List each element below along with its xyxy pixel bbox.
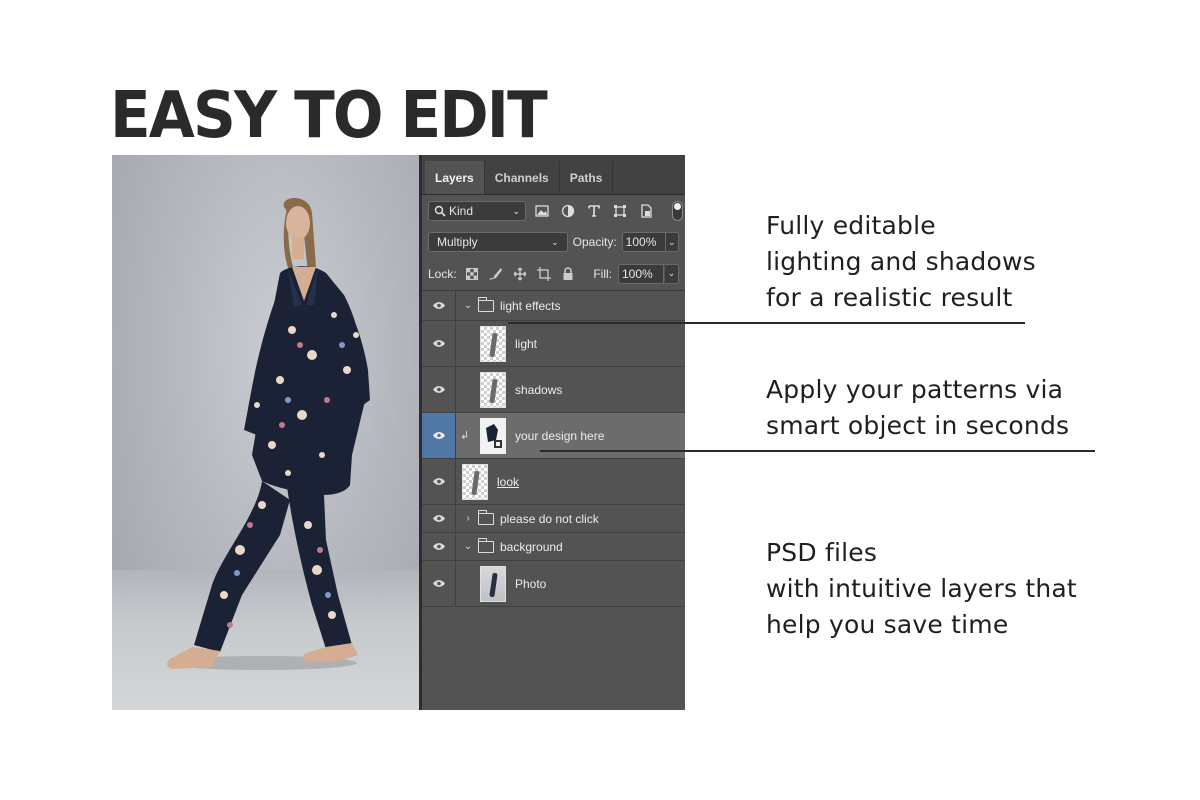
opacity-dropdown-button[interactable]: ⌄ xyxy=(665,232,679,252)
layer-row-shadows[interactable]: shadows xyxy=(422,367,685,413)
note-psd-files: PSD files with intuitive layers that hel… xyxy=(766,535,1077,643)
note-text: PSD files xyxy=(766,538,878,567)
layer-row-background[interactable]: ⌄ background xyxy=(422,533,685,561)
visibility-eye-icon[interactable] xyxy=(422,459,456,504)
note-smart-object: Apply your patterns via smart object in … xyxy=(766,372,1069,444)
lock-all-icon[interactable] xyxy=(559,265,577,283)
layer-row-photo[interactable]: Photo xyxy=(422,561,685,607)
filter-pixel-icon[interactable] xyxy=(532,201,552,221)
lock-position-icon[interactable] xyxy=(511,265,529,283)
opacity-label: Opacity: xyxy=(572,235,617,249)
layer-name: light xyxy=(515,336,538,351)
leader-line-your-design xyxy=(540,450,1095,452)
note-text: help you save time xyxy=(766,610,1009,639)
opacity-input[interactable]: 100% xyxy=(621,232,666,252)
fill-input[interactable]: 100% xyxy=(618,263,664,284)
note-text: smart object in seconds xyxy=(766,411,1070,440)
chevron-right-icon[interactable]: › xyxy=(462,513,474,524)
leader-line-light-effects xyxy=(508,322,1025,324)
layer-row-look[interactable]: look xyxy=(422,459,685,505)
lock-artboard-icon[interactable] xyxy=(535,265,553,283)
folder-icon xyxy=(477,509,494,525)
chevron-down-icon[interactable]: ⌄ xyxy=(462,541,474,552)
tab-layers[interactable]: Layers xyxy=(425,161,485,194)
visibility-eye-icon[interactable] xyxy=(422,321,456,366)
lock-image-pixels-icon[interactable] xyxy=(487,265,505,283)
visibility-eye-icon[interactable] xyxy=(422,413,456,458)
folder-icon xyxy=(477,537,494,553)
layer-name: please do not click xyxy=(500,511,599,526)
note-lighting: Fully editable lighting and shadows for … xyxy=(766,208,1036,316)
layer-thumbnail xyxy=(480,565,506,602)
blend-row: Multiply ⌄ Opacity: 100% ⌄ xyxy=(422,227,685,257)
layers-panel: Layers Channels Paths Kind ⌄ Multiply ⌄ xyxy=(419,155,685,710)
headline: EASY TO EDIT xyxy=(110,79,548,153)
visibility-eye-icon[interactable] xyxy=(422,533,456,560)
blend-mode-select[interactable]: Multiply ⌄ xyxy=(428,232,568,252)
filter-kind-label: Kind xyxy=(449,204,474,218)
layer-thumbnail xyxy=(480,325,506,362)
layer-row-light[interactable]: light xyxy=(422,321,685,367)
note-text: Apply your patterns via xyxy=(766,375,1064,404)
visibility-eye-icon[interactable] xyxy=(422,291,456,320)
tab-paths[interactable]: Paths xyxy=(560,161,614,194)
visibility-eye-icon[interactable] xyxy=(422,561,456,606)
model-photo xyxy=(112,155,419,710)
lock-transparent-pixels-icon[interactable] xyxy=(463,265,481,283)
visibility-eye-icon[interactable] xyxy=(422,505,456,532)
chevron-down-icon[interactable]: ⌄ xyxy=(462,300,474,311)
layer-name: background xyxy=(500,539,563,554)
note-text: for a realistic result xyxy=(766,283,1013,312)
smart-object-thumbnail xyxy=(480,417,506,454)
filter-type-icon[interactable] xyxy=(584,201,604,221)
layer-name: look xyxy=(497,474,520,489)
panel-tabs: Layers Channels Paths xyxy=(422,155,685,195)
layer-row-your-design-here[interactable]: ↲ your design here xyxy=(422,413,685,459)
filter-shape-icon[interactable] xyxy=(610,201,630,221)
chevron-down-icon: ⌄ xyxy=(512,205,520,216)
note-text: lighting and shadows xyxy=(766,247,1036,276)
layer-name: light effects xyxy=(500,298,561,313)
layer-thumbnail xyxy=(462,463,488,500)
lock-label: Lock: xyxy=(428,266,457,281)
filter-smart-object-icon[interactable] xyxy=(636,201,656,221)
search-icon xyxy=(434,205,446,217)
filter-kind-select[interactable]: Kind ⌄ xyxy=(428,201,526,221)
folder-icon xyxy=(477,296,494,312)
filter-row: Kind ⌄ xyxy=(422,195,685,227)
fill-label: Fill: xyxy=(593,266,612,281)
lock-row: Lock: Fill: 100% ⌄ xyxy=(422,257,685,291)
fill-dropdown-button[interactable]: ⌄ xyxy=(665,263,679,284)
clipping-mask-arrow-icon: ↲ xyxy=(460,430,470,442)
note-text: with intuitive layers that xyxy=(766,574,1077,603)
filter-toggle-switch[interactable] xyxy=(672,201,683,221)
layer-name: shadows xyxy=(515,382,563,397)
note-text: Fully editable xyxy=(766,211,936,240)
tab-channels[interactable]: Channels xyxy=(485,161,560,194)
layer-row-light-effects[interactable]: ⌄ light effects xyxy=(422,291,685,321)
filter-adjustment-icon[interactable] xyxy=(558,201,578,221)
layer-thumbnail xyxy=(480,371,506,408)
chevron-down-icon: ⌄ xyxy=(551,236,559,247)
layer-name: your design here xyxy=(515,428,605,443)
visibility-eye-icon[interactable] xyxy=(422,367,456,412)
layer-name: Photo xyxy=(515,576,547,591)
model-figure xyxy=(167,197,370,670)
layer-row-please-do-not-click[interactable]: › please do not click xyxy=(422,505,685,533)
blend-mode-value: Multiply xyxy=(437,235,478,249)
